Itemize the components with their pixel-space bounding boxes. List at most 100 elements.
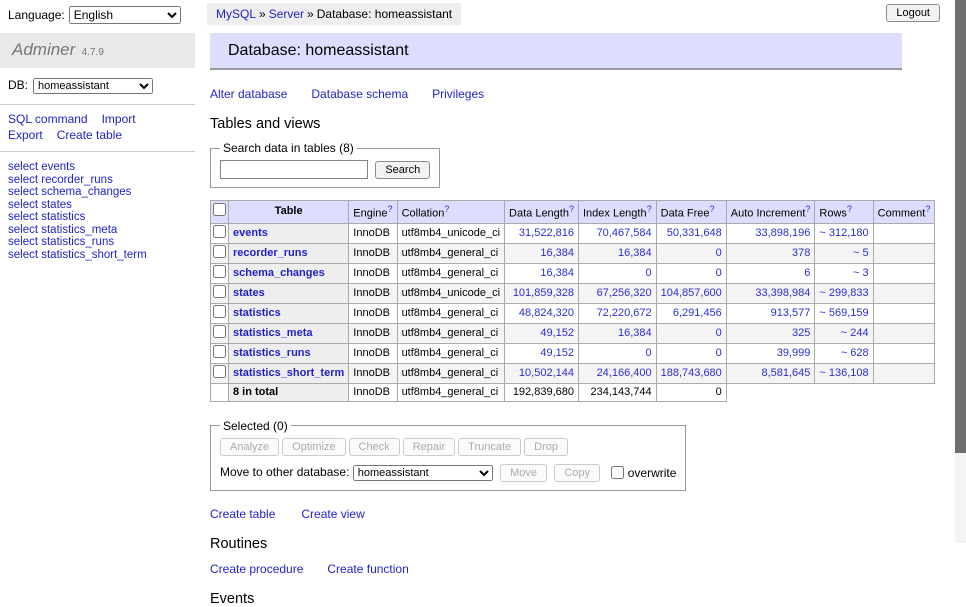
scrollbar-thumb[interactable]: [955, 0, 966, 453]
table-name-cell: statistics_meta: [229, 323, 349, 343]
breadcrumb-server-link[interactable]: Server: [269, 7, 304, 21]
link-bottom-create-view[interactable]: Create view: [301, 507, 364, 521]
table-link-statistics[interactable]: statistics: [233, 307, 281, 319]
table-total-row: 8 in totalInnoDButf8mb4_general_ci192,83…: [211, 383, 935, 401]
data-free-cell: 0: [656, 263, 726, 283]
search-fieldset: Search data in tables (8) Search: [210, 141, 440, 188]
table-header-row: TableEngine?Collation?Data Length?Index …: [211, 201, 935, 224]
index-length-cell: 72,220,672: [578, 303, 656, 323]
row-checkbox[interactable]: [213, 245, 226, 258]
column-help-link[interactable]: ?: [847, 204, 852, 214]
column-help-link[interactable]: ?: [388, 204, 393, 214]
data-length-cell: 10,502,144: [505, 363, 579, 383]
row-checkbox[interactable]: [213, 265, 226, 278]
sidebar-select-schema-changes[interactable]: select schema_changes: [8, 186, 195, 199]
column-help-link[interactable]: ?: [444, 204, 449, 214]
column-header-collation: Collation?: [397, 201, 504, 224]
comment-cell: [873, 303, 935, 323]
search-button[interactable]: Search: [375, 161, 430, 179]
row-checkbox[interactable]: [213, 305, 226, 318]
collation-cell: utf8mb4_general_ci: [397, 323, 504, 343]
total-index-length-cell: 234,143,744: [578, 383, 656, 401]
repair-button[interactable]: Repair: [403, 438, 455, 456]
collation-cell: utf8mb4_general_ci: [397, 363, 504, 383]
index-length-cell: 16,384: [578, 323, 656, 343]
vertical-scrollbar[interactable]: [955, 0, 966, 543]
comment-cell: [873, 243, 935, 263]
engine-cell: InnoDB: [349, 323, 397, 343]
column-help-link[interactable]: ?: [569, 204, 574, 214]
sidebar-action-import[interactable]: Import: [102, 111, 136, 127]
sidebar-action-sql-command[interactable]: SQL command: [8, 111, 88, 127]
link-routine-create-procedure[interactable]: Create procedure: [210, 562, 303, 576]
drop-button[interactable]: Drop: [524, 438, 568, 456]
checkbox-cell: [211, 323, 229, 343]
copy-button[interactable]: Copy: [554, 464, 600, 482]
total-label-cell: 8 in total: [229, 383, 349, 401]
table-link-statistics-runs[interactable]: statistics_runs: [233, 347, 311, 359]
selected-fieldset: Selected (0) AnalyzeOptimizeCheckRepairT…: [210, 419, 686, 491]
table-link-events[interactable]: events: [233, 227, 268, 239]
total-data-length-cell: 192,839,680: [505, 383, 579, 401]
collation-cell: utf8mb4_general_ci: [397, 383, 504, 401]
column-help-link[interactable]: ?: [925, 204, 930, 214]
sidebar-action-create-table[interactable]: Create table: [57, 127, 122, 143]
logout-button[interactable]: Logout: [886, 4, 940, 22]
check-button[interactable]: Check: [349, 438, 400, 456]
sidebar-select-recorder-runs[interactable]: select recorder_runs: [8, 174, 195, 187]
sidebar-select-states[interactable]: select states: [8, 199, 195, 212]
help-superscript: ?: [569, 204, 574, 214]
sidebar-select-statistics-runs[interactable]: select statistics_runs: [8, 236, 195, 249]
row-checkbox[interactable]: [213, 285, 226, 298]
column-help-link[interactable]: ?: [647, 204, 652, 214]
collation-cell: utf8mb4_unicode_ci: [397, 283, 504, 303]
sidebar-select-statistics-short-term[interactable]: select statistics_short_term: [8, 249, 195, 262]
sidebar-action-export[interactable]: Export: [8, 127, 43, 143]
table-link-statistics-short-term[interactable]: statistics_short_term: [233, 367, 344, 379]
link-database-schema[interactable]: Database schema: [311, 87, 408, 101]
move-button[interactable]: Move: [500, 464, 547, 482]
truncate-button[interactable]: Truncate: [458, 438, 521, 456]
index-length-cell: 16,384: [578, 243, 656, 263]
link-bottom-create-table[interactable]: Create table: [210, 507, 275, 521]
auto-increment-cell: 33,898,196: [726, 223, 815, 243]
link-privileges[interactable]: Privileges: [432, 87, 484, 101]
sidebar-select-statistics[interactable]: select statistics: [8, 211, 195, 224]
auto-increment-cell: 6: [726, 263, 815, 283]
overwrite-checkbox[interactable]: [611, 466, 624, 479]
data-length-cell: 101,859,328: [505, 283, 579, 303]
data-free-cell: 0: [656, 243, 726, 263]
row-checkbox[interactable]: [213, 325, 226, 338]
select-all-checkbox[interactable]: [213, 203, 226, 216]
table-link-schema-changes[interactable]: schema_changes: [233, 267, 325, 279]
link-routine-create-function[interactable]: Create function: [327, 562, 408, 576]
breadcrumb-mysql-link[interactable]: MySQL: [216, 7, 256, 21]
table-name-cell: events: [229, 223, 349, 243]
sidebar-select-events[interactable]: select events: [8, 161, 195, 174]
data-length-cell: 48,824,320: [505, 303, 579, 323]
language-select[interactable]: English: [69, 6, 181, 24]
rows-cell: ~ 5: [815, 243, 873, 263]
sidebar-actions: SQL command Import Export Create table: [0, 105, 168, 151]
table-link-recorder-runs[interactable]: recorder_runs: [233, 247, 308, 259]
table-link-statistics-meta[interactable]: statistics_meta: [233, 327, 313, 339]
sidebar-select-statistics-meta[interactable]: select statistics_meta: [8, 224, 195, 237]
row-checkbox[interactable]: [213, 345, 226, 358]
events-heading: Events: [210, 591, 902, 607]
data-length-cell: 16,384: [505, 263, 579, 283]
auto-increment-cell: 8,581,645: [726, 363, 815, 383]
row-checkbox[interactable]: [213, 365, 226, 378]
table-link-states[interactable]: states: [233, 287, 265, 299]
column-help-link[interactable]: ?: [710, 204, 715, 214]
column-header-data-length: Data Length?: [505, 201, 579, 224]
analyze-button[interactable]: Analyze: [220, 438, 279, 456]
column-help-link[interactable]: ?: [805, 204, 810, 214]
link-alter-database[interactable]: Alter database: [210, 87, 287, 101]
checkbox-cell: [211, 243, 229, 263]
optimize-button[interactable]: Optimize: [282, 438, 345, 456]
db-select[interactable]: homeassistant: [33, 78, 153, 94]
row-checkbox[interactable]: [213, 225, 226, 238]
search-input[interactable]: [220, 160, 368, 179]
page-title: Database: homeassistant: [210, 33, 902, 70]
move-database-select[interactable]: homeassistant: [353, 465, 493, 481]
